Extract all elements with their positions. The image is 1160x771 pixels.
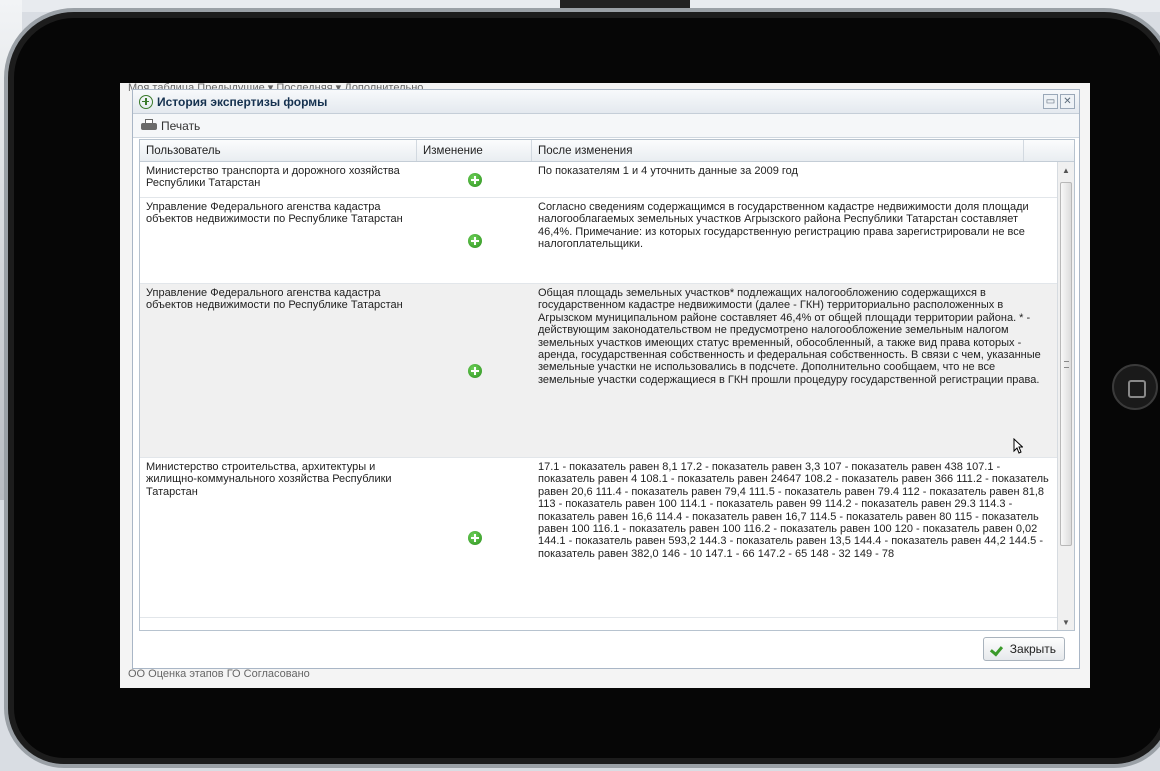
- cell-change: [417, 284, 532, 457]
- print-button[interactable]: Печать: [141, 119, 200, 133]
- dialog-toolbar: Печать: [133, 114, 1079, 138]
- column-header-spacer: [1024, 140, 1074, 161]
- table-row[interactable]: Управление Федерального агенства кадастр…: [140, 284, 1058, 458]
- cell-user: Управление Федерального агенства кадастр…: [146, 201, 403, 226]
- cell-user: Министерство транспорта и дорожного хозя…: [146, 165, 400, 190]
- cell-user: Министерство строительства, архитектуры …: [146, 461, 392, 498]
- window-controls: ▭ ✕: [1043, 94, 1079, 109]
- grip-icon: [1064, 361, 1069, 368]
- add-icon: [467, 530, 482, 545]
- dialog-title: История экспертизы формы: [157, 94, 328, 109]
- grid-body: Министерство транспорта и дорожного хозя…: [140, 162, 1058, 630]
- background-app-row: ОО Оценка этапов ГО Согласовано: [128, 668, 310, 680]
- column-header-after[interactable]: После изменения: [532, 140, 1024, 161]
- scroll-up-arrow-icon[interactable]: ▲: [1058, 162, 1074, 178]
- cell-user: Управление Федерального агенства кадастр…: [146, 287, 403, 312]
- home-button[interactable]: [1112, 364, 1158, 410]
- cell-after: Общая площадь земельных участков* подлеж…: [538, 287, 1041, 386]
- close-button-label: Закрыть: [1009, 642, 1056, 656]
- tablet-screen: Моя таблица Предыдущие ▾ Последняя ▾ Доп…: [120, 83, 1090, 688]
- history-dialog: История экспертизы формы ▭ ✕ Печать Поль…: [132, 89, 1080, 669]
- history-grid: Пользователь Изменение После изменения М…: [139, 139, 1075, 631]
- cell-after: По показателям 1 и 4 уточнить данные за …: [538, 165, 798, 177]
- grid-header: Пользователь Изменение После изменения: [140, 140, 1074, 162]
- dialog-titlebar: История экспертизы формы ▭ ✕: [133, 90, 1079, 114]
- vertical-scrollbar[interactable]: ▲ ▼: [1057, 162, 1074, 630]
- cell-after: Согласно сведениям содержащимся в госуда…: [538, 201, 1029, 251]
- history-icon: [139, 94, 153, 109]
- add-icon: [467, 233, 482, 248]
- close-button[interactable]: Закрыть: [982, 637, 1065, 661]
- table-row[interactable]: Управление Федерального агенства кадастр…: [140, 198, 1058, 284]
- print-label: Печать: [161, 118, 201, 133]
- dialog-footer: Закрыть: [133, 630, 1079, 668]
- cell-after: 17.1 - показатель равен 8,1 17.2 - показ…: [538, 461, 1049, 560]
- table-row[interactable]: Министерство транспорта и дорожного хозя…: [140, 162, 1058, 198]
- add-icon: [467, 363, 482, 378]
- add-icon: [467, 172, 482, 187]
- table-row[interactable]: Министерство строительства, архитектуры …: [140, 458, 1058, 618]
- column-header-change[interactable]: Изменение: [417, 140, 532, 161]
- cell-change: [417, 162, 532, 197]
- restore-button[interactable]: ▭: [1043, 94, 1058, 109]
- cell-change: [417, 458, 532, 617]
- column-header-user[interactable]: Пользователь: [140, 140, 417, 161]
- printer-icon: [141, 119, 157, 132]
- scroll-down-arrow-icon[interactable]: ▼: [1058, 614, 1074, 630]
- mouse-cursor-icon: [1013, 438, 1023, 454]
- cell-change: [417, 198, 532, 283]
- close-window-button[interactable]: ✕: [1060, 94, 1075, 109]
- checkmark-icon: [992, 644, 1005, 654]
- scroll-thumb[interactable]: [1060, 182, 1072, 546]
